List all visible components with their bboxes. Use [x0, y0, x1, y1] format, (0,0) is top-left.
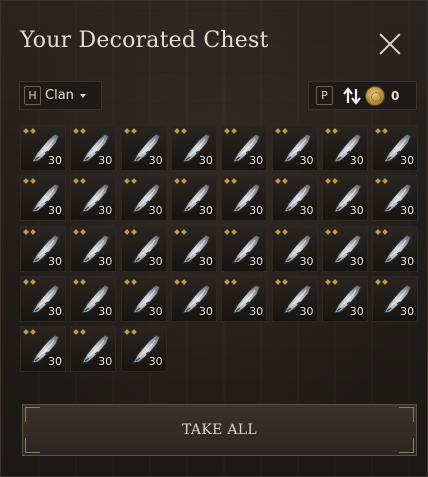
item-quantity: 30	[249, 304, 264, 318]
item-quantity: 30	[148, 154, 163, 167]
item-quantity: 30	[198, 254, 213, 268]
item-slot[interactable]: 30	[20, 275, 66, 322]
item-slot[interactable]: 30	[70, 225, 117, 272]
currency-count: 0	[391, 88, 400, 103]
item-quantity: 30	[198, 304, 213, 318]
item-slot[interactable]: 30	[170, 125, 217, 171]
item-slot[interactable]: 30	[221, 225, 268, 272]
item-slot[interactable]: 30	[120, 175, 167, 222]
item-quantity: 30	[148, 254, 163, 268]
ornament-corner	[399, 407, 414, 422]
hotkey-badge: P	[316, 86, 333, 105]
item-slot[interactable]: 30	[20, 326, 66, 373]
item-quantity: 30	[198, 154, 213, 167]
item-quantity: 30	[400, 204, 415, 218]
clan-filter-dropdown[interactable]: H Clan	[19, 81, 102, 110]
item-quantity: 30	[299, 204, 314, 218]
item-quantity: 30	[148, 355, 163, 369]
item-slot[interactable]: 30	[221, 175, 268, 222]
item-quantity: 30	[48, 204, 62, 218]
filter-label: Clan	[45, 88, 74, 103]
item-slot[interactable]: 30	[221, 275, 268, 322]
gold-coin-icon	[365, 85, 385, 106]
item-slot[interactable]: 30	[271, 175, 318, 222]
item-quantity: 30	[148, 204, 163, 218]
window-title: Your Decorated Chest	[20, 28, 269, 53]
item-quantity: 30	[48, 154, 62, 167]
item-slot[interactable]: 30	[271, 225, 318, 272]
item-slot[interactable]: 30	[372, 275, 419, 322]
ornament-corner	[25, 407, 40, 422]
item-quantity: 30	[400, 254, 415, 268]
item-slot[interactable]: 30	[321, 125, 368, 171]
item-quantity: 30	[249, 254, 264, 268]
item-quantity: 30	[98, 154, 113, 167]
item-quantity: 30	[349, 304, 364, 318]
item-quantity: 30	[98, 254, 113, 268]
hotkey-badge: H	[24, 86, 41, 105]
item-slot[interactable]: 30	[20, 175, 66, 222]
item-slot[interactable]: 30	[372, 175, 419, 222]
item-quantity: 30	[98, 204, 113, 218]
item-slot[interactable]: 30	[321, 175, 368, 222]
item-slot[interactable]: 30	[170, 225, 217, 272]
take-all-button[interactable]: TAKE ALL	[22, 404, 417, 456]
item-quantity: 30	[148, 304, 163, 318]
item-slot[interactable]: 30	[372, 225, 419, 272]
item-quantity: 30	[249, 204, 264, 218]
close-icon[interactable]	[379, 33, 401, 55]
item-quantity: 30	[98, 355, 113, 369]
item-quantity: 30	[48, 254, 62, 268]
item-quantity: 30	[299, 254, 314, 268]
ornament-corner	[25, 438, 40, 453]
sort-arrows-icon[interactable]	[342, 86, 362, 106]
item-slot[interactable]: 30	[321, 225, 368, 272]
item-slot[interactable]: 30	[120, 125, 167, 171]
item-slot[interactable]: 30	[170, 175, 217, 222]
item-quantity: 30	[48, 304, 62, 318]
item-slot[interactable]: 30	[70, 326, 117, 373]
item-slot[interactable]: 30	[70, 125, 117, 171]
sort-currency-bar: P 0	[308, 81, 417, 110]
item-slot[interactable]: 30	[120, 275, 167, 322]
item-slot[interactable]: 30	[120, 326, 167, 373]
item-slot[interactable]: 30	[221, 125, 268, 171]
item-slot[interactable]: 30	[70, 275, 117, 322]
item-slot[interactable]: 30	[70, 175, 117, 222]
take-all-label: TAKE ALL	[182, 422, 257, 438]
item-quantity: 30	[249, 154, 264, 167]
item-quantity: 30	[400, 154, 415, 167]
item-quantity: 30	[48, 355, 62, 369]
chevron-down-icon	[79, 93, 86, 98]
item-quantity: 30	[349, 254, 364, 268]
item-quantity: 30	[299, 154, 314, 167]
item-slot[interactable]: 30	[20, 125, 66, 171]
item-slot[interactable]: 30	[120, 225, 167, 272]
item-quantity: 30	[349, 154, 364, 167]
ornament-corner	[399, 438, 414, 453]
item-slot[interactable]: 30	[271, 275, 318, 322]
item-slot[interactable]: 30	[321, 275, 368, 322]
item-slot[interactable]: 30	[372, 125, 419, 171]
item-slot[interactable]: 30	[271, 125, 318, 171]
item-quantity: 30	[299, 304, 314, 318]
item-quantity: 30	[400, 304, 415, 318]
item-quantity: 30	[98, 304, 113, 318]
chest-panel: Your Decorated Chest H Clan P 0 30 30 30 30…	[0, 0, 428, 477]
item-quantity: 30	[349, 204, 364, 218]
item-slot[interactable]: 30	[170, 275, 217, 322]
item-slot[interactable]: 30	[20, 225, 66, 272]
item-quantity: 30	[198, 204, 213, 218]
